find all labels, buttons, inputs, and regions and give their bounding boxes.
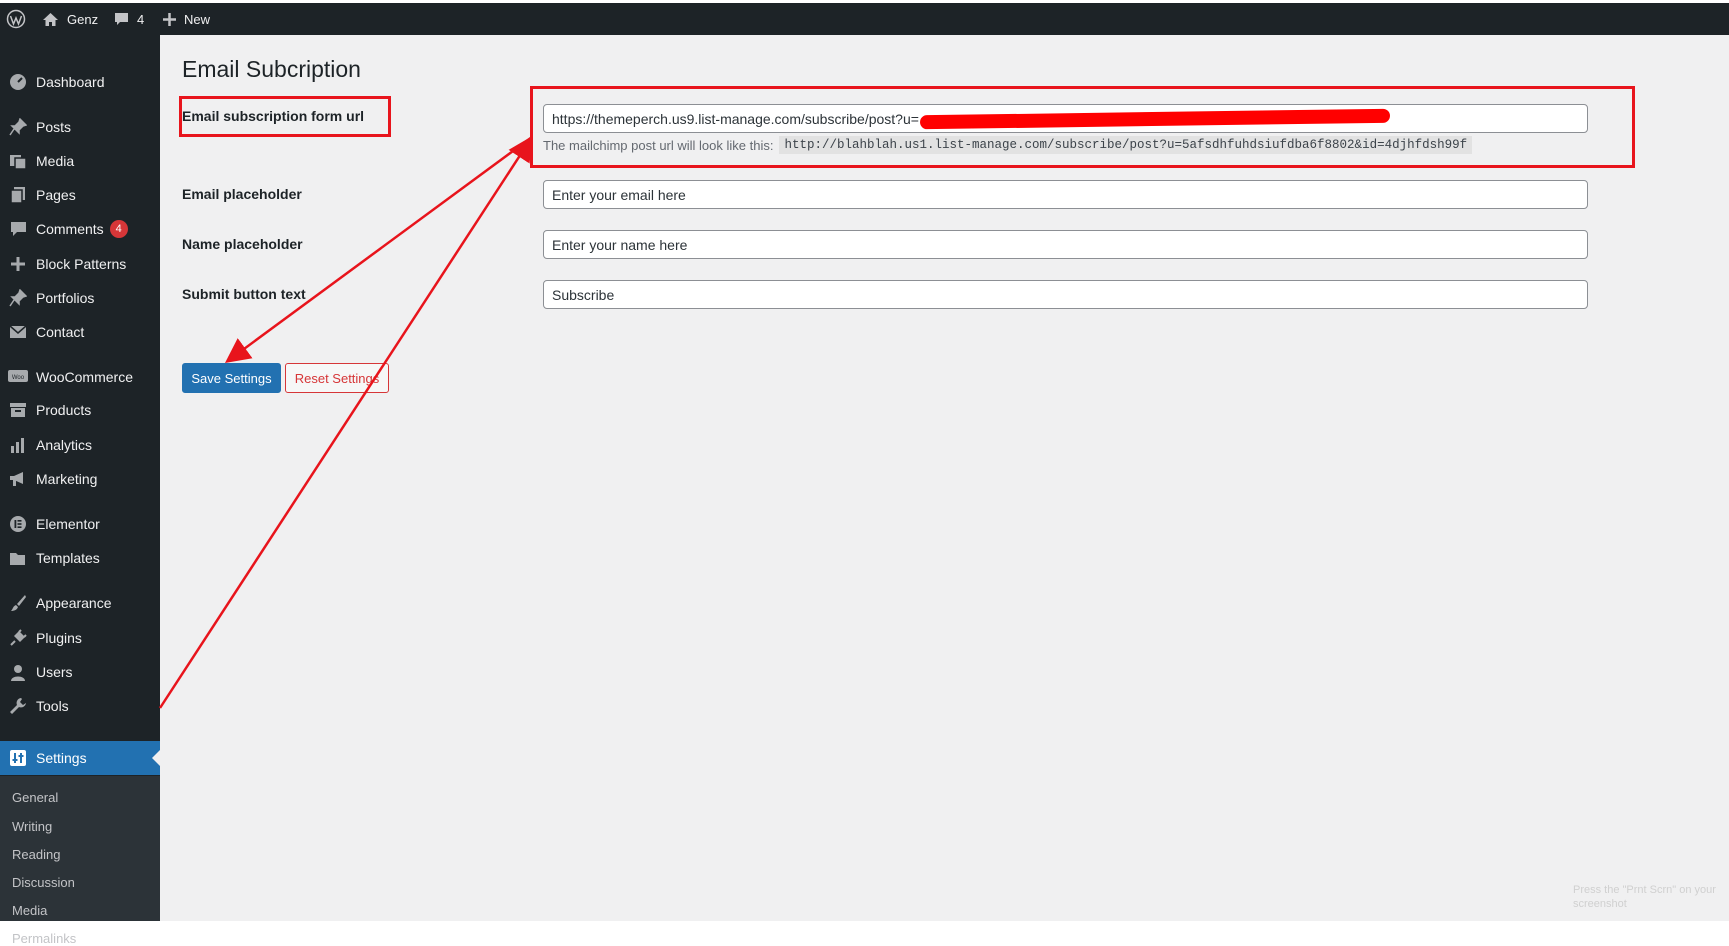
sidebar-item-appearance[interactable]: Appearance	[0, 586, 160, 620]
sidebar-item-tools[interactable]: Tools	[0, 689, 160, 723]
submenu-item-discussion[interactable]: Discussion	[12, 875, 75, 890]
dashboard-icon	[8, 72, 28, 92]
sidebar-item-label: Pages	[36, 187, 76, 203]
media-icon	[8, 151, 28, 171]
sidebar-item-label: WooCommerce	[36, 369, 133, 385]
sidebar-item-label: Users	[36, 664, 73, 680]
new-content-link[interactable]: New	[163, 3, 210, 35]
site-name: Genz	[67, 11, 99, 27]
main-content: Email Subcription Email subscription for…	[160, 35, 1729, 921]
new-label: New	[184, 11, 211, 27]
submenu-item-general[interactable]: General	[12, 790, 58, 805]
svg-text:Woo: Woo	[12, 375, 25, 381]
sidebar-item-label: Plugins	[36, 630, 82, 646]
site-home-link[interactable]: Genz	[42, 3, 98, 35]
elementor-icon	[8, 514, 28, 534]
archive-icon	[8, 400, 28, 420]
woo-icon: Woo	[8, 367, 28, 387]
sidebar-item-block-patterns[interactable]: Block Patterns	[0, 247, 160, 281]
sidebar-item-settings[interactable]: Settings	[0, 741, 160, 775]
save-settings-button[interactable]: Save Settings	[182, 363, 281, 393]
sidebar-item-label: Contact	[36, 324, 85, 340]
sidebar-item-comments[interactable]: Comments 4	[0, 212, 160, 246]
description-text: The mailchimp post url will look like th…	[543, 137, 774, 153]
email-placeholder-input[interactable]	[543, 180, 1588, 209]
sidebar-item-label: Comments	[36, 221, 104, 237]
plus-icon	[163, 12, 176, 26]
sidebar-item-label: Dashboard	[36, 74, 105, 90]
pin-icon	[8, 288, 28, 308]
sidebar-item-products[interactable]: Products	[0, 393, 160, 427]
sidebar-item-label: Templates	[36, 550, 100, 566]
name-placeholder-input[interactable]	[543, 230, 1588, 259]
sidebar-item-label: Posts	[36, 119, 72, 135]
settings-submenu: General Writing Reading Discussion Media…	[0, 776, 160, 946]
plug-icon	[8, 628, 28, 648]
wrench-icon	[8, 696, 28, 716]
comments-link[interactable]: 4	[114, 3, 144, 35]
admin-bar: Genz 4 New	[0, 3, 1729, 35]
sidebar-item-dashboard[interactable]: Dashboard	[0, 65, 160, 99]
sidebar-item-plugins[interactable]: Plugins	[0, 621, 160, 655]
sidebar-item-label: Products	[36, 402, 92, 418]
sidebar-item-contact[interactable]: Contact	[0, 315, 160, 349]
submenu-item-reading[interactable]: Reading	[12, 847, 60, 862]
sidebar-item-portfolios[interactable]: Portfolios	[0, 281, 160, 315]
email-placeholder-label: Email placeholder	[182, 186, 302, 202]
comments-count: 4	[137, 11, 145, 27]
sidebar-item-label: Appearance	[36, 595, 112, 611]
sidebar-item-media[interactable]: Media	[0, 144, 160, 178]
sidebar-item-label: Media	[36, 153, 75, 169]
sidebar-item-label: Analytics	[36, 437, 93, 453]
pin-icon	[8, 117, 28, 137]
pages-icon	[8, 185, 28, 205]
reset-settings-button[interactable]: Reset Settings	[285, 363, 389, 393]
sidebar-item-label: Settings	[36, 750, 87, 766]
megaphone-icon	[8, 469, 28, 489]
screenshot-watermark: Press the "Prnt Scrn" on your screenshot	[1573, 884, 1716, 910]
sidebar-item-templates[interactable]: Templates	[0, 541, 160, 575]
sidebar-item-elementor[interactable]: Elementor	[0, 507, 160, 541]
form-url-description: The mailchimp post url will look like th…	[543, 136, 1473, 154]
wordpress-logo-icon[interactable]	[6, 3, 26, 35]
comment-icon	[114, 12, 129, 27]
sidebar-item-pages[interactable]: Pages	[0, 178, 160, 212]
sidebar-item-posts[interactable]: Posts	[0, 110, 160, 144]
plus-icon	[8, 254, 28, 274]
folder-icon	[8, 548, 28, 568]
submenu-item-media[interactable]: Media	[12, 903, 47, 918]
page-title: Email Subcription	[182, 56, 361, 82]
submenu-item-permalinks[interactable]: Permalinks	[12, 931, 76, 946]
user-icon	[8, 662, 28, 682]
sidebar-item-label: Tools	[36, 698, 69, 714]
mail-icon	[8, 322, 28, 342]
bar-chart-icon	[8, 435, 28, 455]
submit-text-input[interactable]	[543, 280, 1588, 309]
admin-sidebar: Dashboard Posts Media Pages Comments 4 B…	[0, 35, 160, 946]
home-icon	[42, 12, 59, 27]
name-placeholder-label: Name placeholder	[182, 236, 303, 252]
settings-icon	[8, 748, 28, 768]
sidebar-item-woocommerce[interactable]: Woo WooCommerce	[0, 360, 160, 394]
submit-text-label: Submit button text	[182, 286, 306, 302]
sidebar-item-label: Elementor	[36, 516, 100, 532]
form-url-label: Email subscription form url	[182, 108, 365, 124]
sidebar-item-label: Block Patterns	[36, 256, 127, 272]
sidebar-item-analytics[interactable]: Analytics	[0, 428, 160, 462]
sidebar-item-label: Portfolios	[36, 290, 95, 306]
submenu-item-writing[interactable]: Writing	[12, 819, 52, 834]
comment-icon	[8, 219, 28, 239]
brush-icon	[8, 593, 28, 613]
sidebar-item-marketing[interactable]: Marketing	[0, 462, 160, 496]
sidebar-item-label: Marketing	[36, 471, 98, 487]
comments-badge: 4	[109, 220, 128, 238]
example-url: http://blahblah.us1.list-manage.com/subs…	[779, 136, 1473, 154]
active-menu-arrow	[152, 750, 160, 766]
sidebar-item-users[interactable]: Users	[0, 655, 160, 689]
